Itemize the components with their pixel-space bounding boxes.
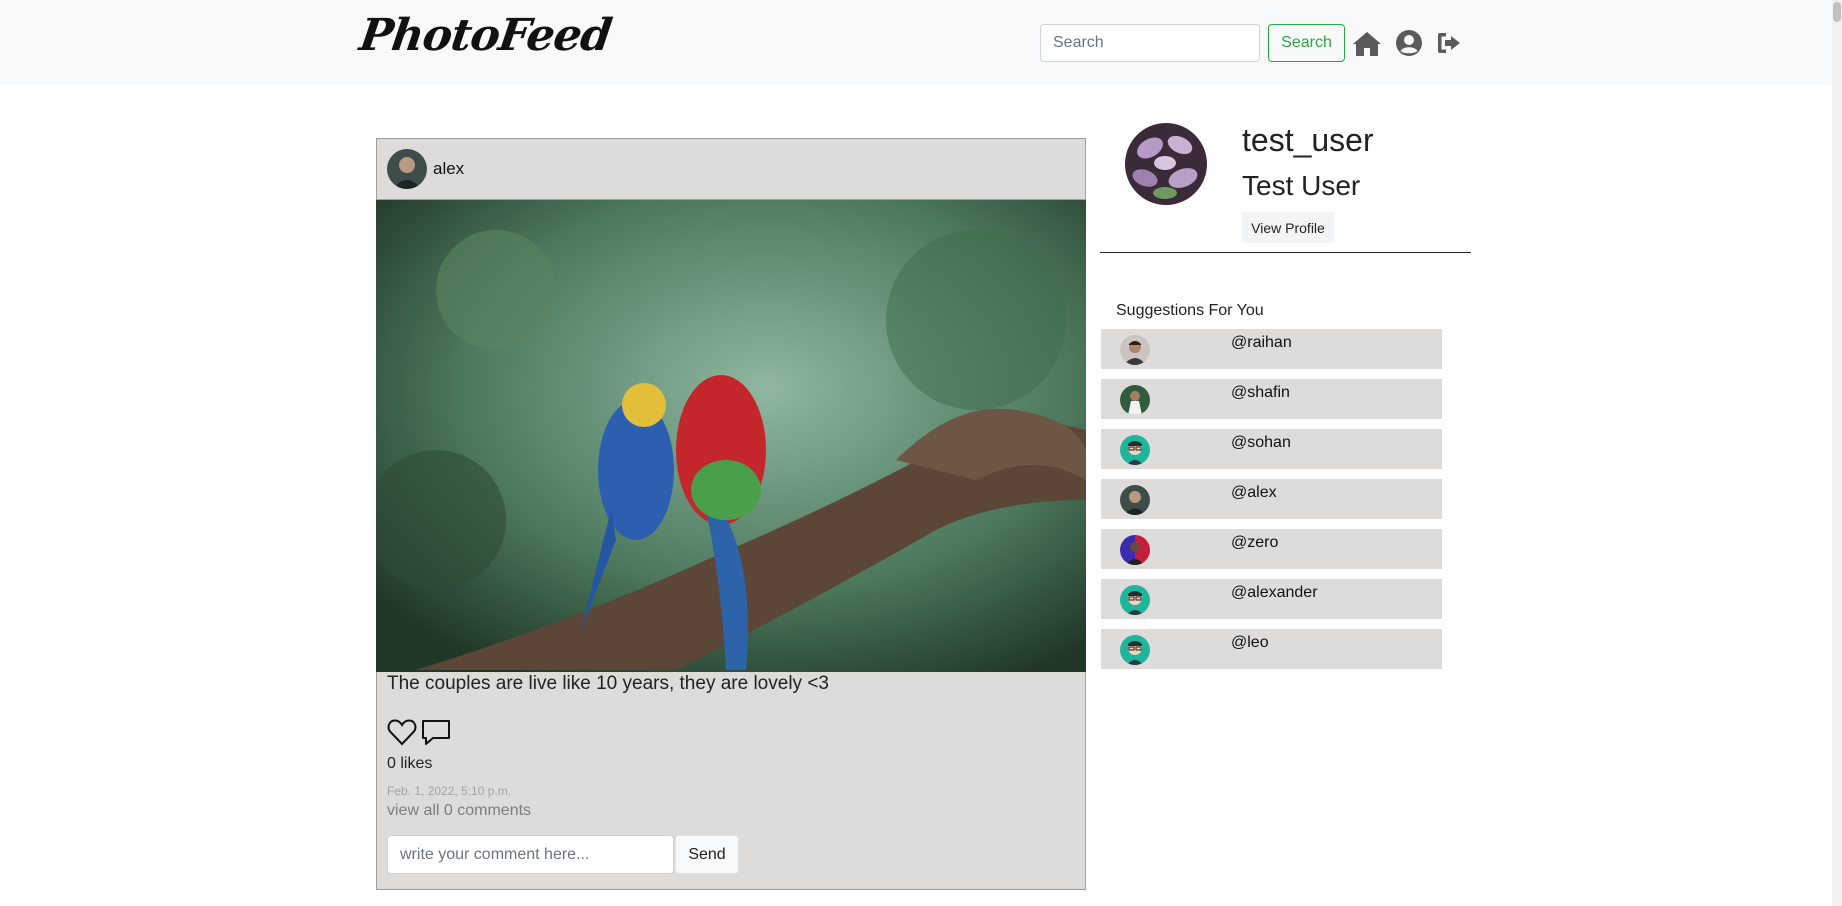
suggestion-handle[interactable]: @zero xyxy=(1231,534,1278,552)
suggestions-title: Suggestions For You xyxy=(1116,302,1264,319)
suggestion-handle[interactable]: @leo xyxy=(1231,634,1269,652)
heart-icon[interactable] xyxy=(387,717,417,747)
post-card: alex The couples are live like 10 years,… xyxy=(376,138,1086,890)
suggestion-handle[interactable]: @alex xyxy=(1231,484,1277,502)
send-comment-button[interactable]: Send xyxy=(675,835,739,874)
top-navbar: PhotoFeed Search xyxy=(0,0,1832,85)
home-icon[interactable] xyxy=(1352,28,1382,58)
scrollbar-thumb[interactable] xyxy=(1833,2,1841,22)
suggestion-avatar[interactable] xyxy=(1120,485,1150,515)
post-image[interactable] xyxy=(376,200,1086,672)
suggestion-item[interactable]: @alex xyxy=(1101,479,1442,519)
suggestion-item[interactable]: @alexander xyxy=(1101,579,1442,619)
comment-input[interactable] xyxy=(387,835,674,874)
post-date: Feb. 1, 2022, 5:10 p.m. xyxy=(387,784,512,798)
suggestion-item[interactable]: @sohan xyxy=(1101,429,1442,469)
view-profile-button[interactable]: View Profile xyxy=(1242,212,1334,243)
suggestion-item[interactable]: @shafin xyxy=(1101,379,1442,419)
suggestion-item[interactable]: @leo xyxy=(1101,629,1442,669)
suggestion-avatar[interactable] xyxy=(1120,435,1150,465)
author-avatar[interactable] xyxy=(387,149,427,189)
suggestion-handle[interactable]: @alexander xyxy=(1231,584,1318,602)
page-scrollbar[interactable] xyxy=(1832,0,1842,906)
post-header: alex xyxy=(377,139,1085,200)
suggestion-avatar[interactable] xyxy=(1120,535,1150,565)
post-caption: The couples are live like 10 years, they… xyxy=(387,673,829,694)
suggestion-handle[interactable]: @raihan xyxy=(1231,334,1292,352)
suggestion-avatar[interactable] xyxy=(1120,385,1150,415)
sign-out-icon[interactable] xyxy=(1435,28,1465,58)
suggestion-handle[interactable]: @sohan xyxy=(1231,434,1291,452)
comment-icon[interactable] xyxy=(421,717,451,747)
divider xyxy=(1100,252,1471,253)
suggestion-avatar[interactable] xyxy=(1120,635,1150,665)
suggestion-avatar[interactable] xyxy=(1120,335,1150,365)
like-count: 0 likes xyxy=(387,755,433,772)
logo[interactable]: PhotoFeed xyxy=(356,10,614,61)
view-comments-link[interactable]: view all 0 comments xyxy=(387,802,531,820)
user-circle-icon[interactable] xyxy=(1394,28,1424,58)
profile-avatar[interactable] xyxy=(1125,123,1207,205)
search-input[interactable] xyxy=(1040,24,1260,62)
suggestion-avatar[interactable] xyxy=(1120,585,1150,615)
post-author-link[interactable]: alex xyxy=(433,159,464,179)
search-button[interactable]: Search xyxy=(1268,24,1345,62)
suggestion-handle[interactable]: @shafin xyxy=(1231,384,1290,402)
profile-username: test_user xyxy=(1242,122,1374,158)
profile-full-name: Test User xyxy=(1242,170,1361,201)
suggestion-item[interactable]: @zero xyxy=(1101,529,1442,569)
suggestion-item[interactable]: @raihan xyxy=(1101,329,1442,369)
